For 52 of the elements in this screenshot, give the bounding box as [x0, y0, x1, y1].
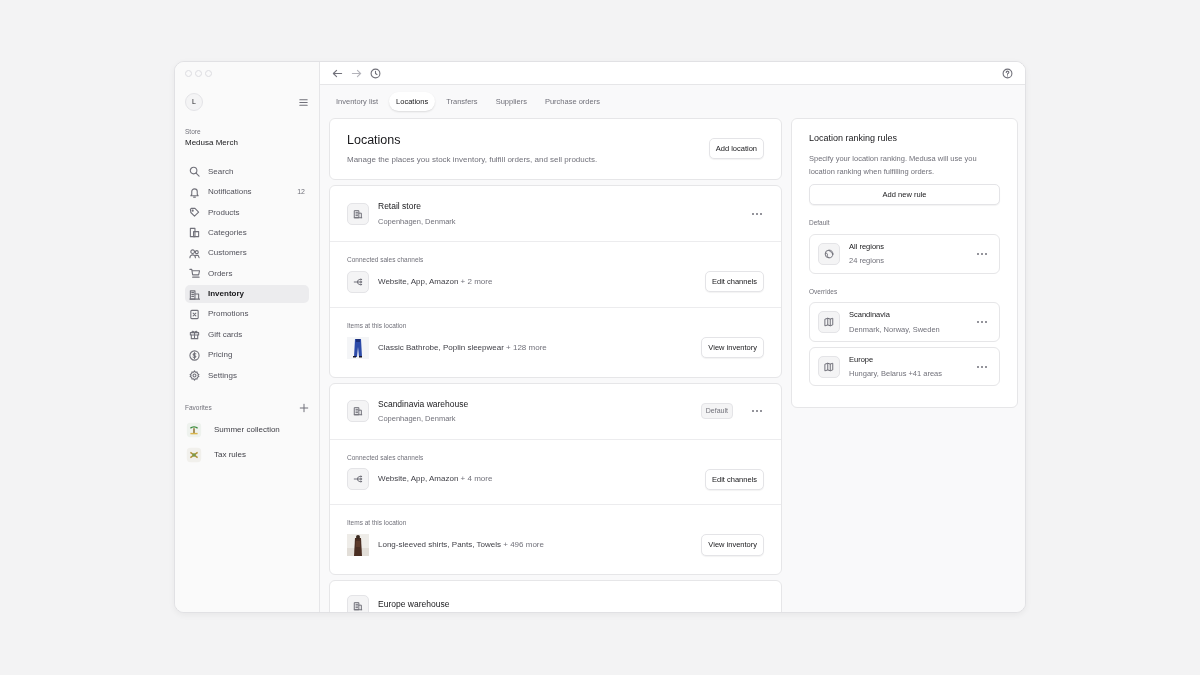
- map-icon: [824, 361, 834, 372]
- help-icon[interactable]: [1002, 67, 1013, 79]
- sidebar-item[interactable]: Search: [185, 162, 309, 181]
- more-icon[interactable]: [975, 318, 989, 326]
- building-icon: [189, 288, 200, 300]
- section-summary: Classic Bathrobe, Poplin sleepwear + 128 more: [378, 341, 548, 354]
- sidebar-item[interactable]: Gift cards: [185, 325, 309, 344]
- location-name: Europe warehouse: [378, 598, 451, 611]
- building-icon: [353, 406, 363, 416]
- channels-icon: [353, 474, 363, 485]
- sidebar-item[interactable]: Customers: [185, 244, 309, 263]
- sidebar-item[interactable]: Promotions: [185, 305, 309, 324]
- cart-icon: [189, 268, 200, 280]
- palm-tree-icon: [185, 420, 203, 439]
- percent-icon: [189, 309, 200, 320]
- sidebar-item[interactable]: Products: [185, 203, 309, 222]
- forward-arrow-icon[interactable]: [351, 67, 362, 79]
- section-summary: Website, App, Amazon + 2 more: [378, 275, 494, 288]
- back-arrow-icon[interactable]: [332, 67, 343, 79]
- bell-icon: [189, 186, 200, 198]
- categories-icon: [189, 227, 200, 239]
- sidebar-item[interactable]: Settings: [185, 366, 309, 385]
- tag-icon: [189, 207, 200, 219]
- page-description: Manage the places you stock inventory, fulfill orders, and sell products.: [347, 154, 598, 166]
- store-name: Medusa Merch: [185, 136, 239, 149]
- menu-icon[interactable]: [298, 96, 309, 108]
- channels-icon: [353, 276, 363, 287]
- search-icon: [189, 166, 200, 178]
- dollar-icon: [189, 349, 200, 361]
- gear-icon: [189, 370, 200, 382]
- section-summary: Website, App, Amazon + 4 more: [378, 473, 494, 486]
- section-summary: Long-sleeved shirts, Pants, Towels + 496 more: [378, 539, 545, 551]
- sidebar-item[interactable]: Pricing: [185, 346, 309, 365]
- favorite-item[interactable]: Summer collection: [185, 418, 309, 441]
- sidebar-item[interactable]: Categories: [185, 223, 309, 242]
- people-icon: [189, 247, 200, 259]
- map-icon: [824, 317, 834, 327]
- globe-icon: [824, 248, 834, 259]
- cross-icon: [185, 445, 203, 464]
- more-icon[interactable]: [750, 407, 764, 415]
- building-icon: [353, 208, 363, 219]
- clock-icon[interactable]: [370, 67, 381, 79]
- plus-icon[interactable]: [299, 402, 309, 413]
- favorite-item[interactable]: Tax rules: [185, 443, 309, 466]
- page-title: Locations: [347, 132, 402, 150]
- sidebar-item[interactable]: Orders: [185, 264, 309, 283]
- location-name: Scandinavia warehouse: [378, 397, 470, 411]
- card-title: Location ranking rules: [809, 132, 899, 146]
- gift-icon: [189, 329, 200, 341]
- sidebar-item[interactable]: Inventory: [185, 285, 309, 304]
- location-name: Retail store: [378, 200, 422, 213]
- building-icon: [353, 601, 363, 611]
